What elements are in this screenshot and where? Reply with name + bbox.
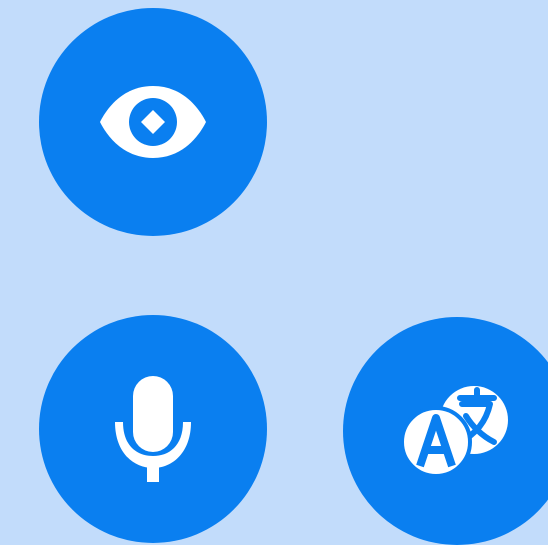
translate-button[interactable] xyxy=(343,317,548,545)
view-button[interactable] xyxy=(39,8,267,236)
microphone-button[interactable] xyxy=(39,315,267,543)
microphone-icon xyxy=(113,376,193,482)
translate-icon xyxy=(402,386,512,476)
eye-icon xyxy=(100,82,206,162)
